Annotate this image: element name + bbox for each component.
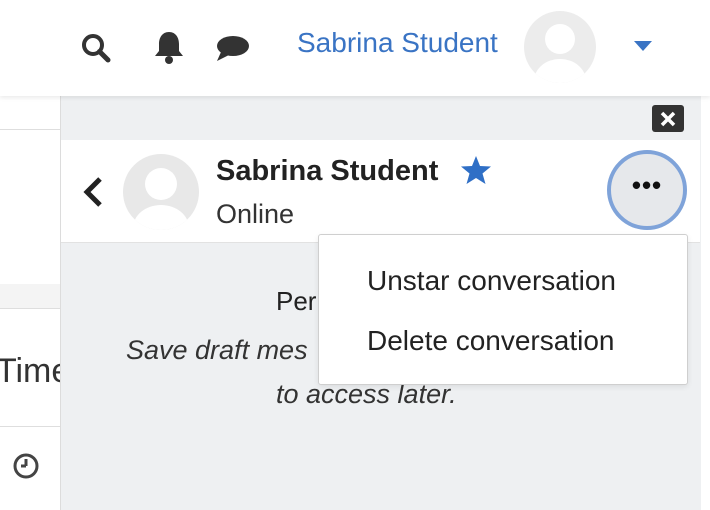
more-actions-button[interactable]: ••• [607, 150, 687, 230]
star-icon [460, 155, 492, 190]
user-menu-name[interactable]: Sabrina Student [297, 27, 498, 59]
conversation-avatar [123, 154, 199, 230]
menu-item-unstar-conversation[interactable]: Unstar conversation [367, 265, 616, 297]
menu-item-delete-conversation[interactable]: Delete conversation [367, 325, 614, 357]
caret-down-icon[interactable] [634, 38, 652, 56]
close-drawer-button[interactable] [652, 105, 684, 132]
ellipsis-icon: ••• [631, 170, 663, 200]
conversation-status: Online [216, 199, 295, 229]
search-icon[interactable] [80, 32, 112, 69]
avatar[interactable] [524, 11, 596, 83]
info-title: Per [276, 286, 317, 316]
conversation-name: Sabrina Student [216, 155, 439, 187]
page-content-edge [0, 96, 60, 510]
navbar: Sabrina Student [0, 0, 710, 96]
conversation-actions-menu: Unstar conversation Delete conversation [318, 234, 688, 385]
bell-icon[interactable] [152, 29, 186, 70]
clock-icon [12, 452, 40, 485]
chat-icon[interactable] [215, 33, 251, 68]
close-icon [660, 111, 676, 126]
back-icon[interactable] [82, 176, 104, 213]
